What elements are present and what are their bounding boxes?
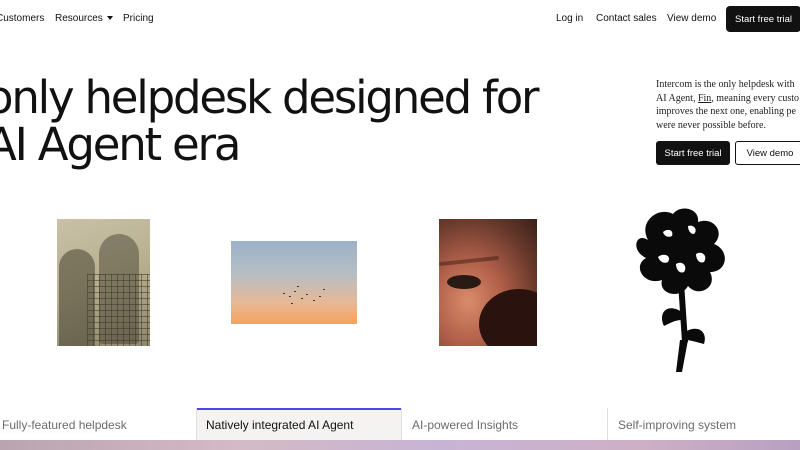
hero-description: Intercom is the only helpdesk with AI Ag… xyxy=(656,78,800,132)
desc-line-1: Intercom is the only helpdesk with xyxy=(656,79,795,90)
chevron-down-icon xyxy=(106,16,113,20)
desc-line-2b: , meaning every custo xyxy=(711,92,800,104)
eye-closeup-image xyxy=(439,219,537,346)
nav-link-pricing[interactable]: Pricing xyxy=(123,13,154,24)
gradient-banner xyxy=(0,440,800,450)
desc-line-2a: AI Agent, xyxy=(656,92,696,104)
desc-line-4: were never possible before. xyxy=(656,119,766,131)
nav-link-customers[interactable]: Customers xyxy=(0,13,44,24)
hero-headline-line2: AI Agent era xyxy=(0,118,241,171)
view-demo-link[interactable]: View demo xyxy=(667,13,716,24)
tab-fully-featured-helpdesk[interactable]: Fully-featured helpdesk xyxy=(0,408,196,440)
tab-natively-integrated-ai-agent[interactable]: Natively integrated AI Agent xyxy=(197,408,401,440)
shadow-people-image xyxy=(57,219,150,346)
nav-link-resources[interactable]: Resources xyxy=(55,13,113,24)
hero-headline-line1: only helpdesk designed for xyxy=(0,71,540,124)
nav-resources-label: Resources xyxy=(55,13,103,24)
flower-sketch-icon xyxy=(636,208,725,372)
fin-link[interactable]: Fin xyxy=(698,93,711,104)
contact-sales-link[interactable]: Contact sales xyxy=(596,13,657,24)
hero-start-trial-button[interactable]: Start free trial xyxy=(656,141,730,165)
desc-line-3: improves the next one, enabling pe xyxy=(656,106,796,117)
nav-start-trial-button[interactable]: Start free trial xyxy=(726,6,800,32)
tab-ai-powered-insights[interactable]: AI-powered Insights xyxy=(402,408,607,440)
sunset-birds-image xyxy=(231,241,357,324)
login-link[interactable]: Log in xyxy=(556,13,583,24)
hero-view-demo-button[interactable]: View demo xyxy=(735,141,800,165)
desc-line-2: AI Agent, Fin, meaning every custo xyxy=(656,92,800,106)
tab-self-improving-system[interactable]: Self-improving system xyxy=(608,408,800,440)
